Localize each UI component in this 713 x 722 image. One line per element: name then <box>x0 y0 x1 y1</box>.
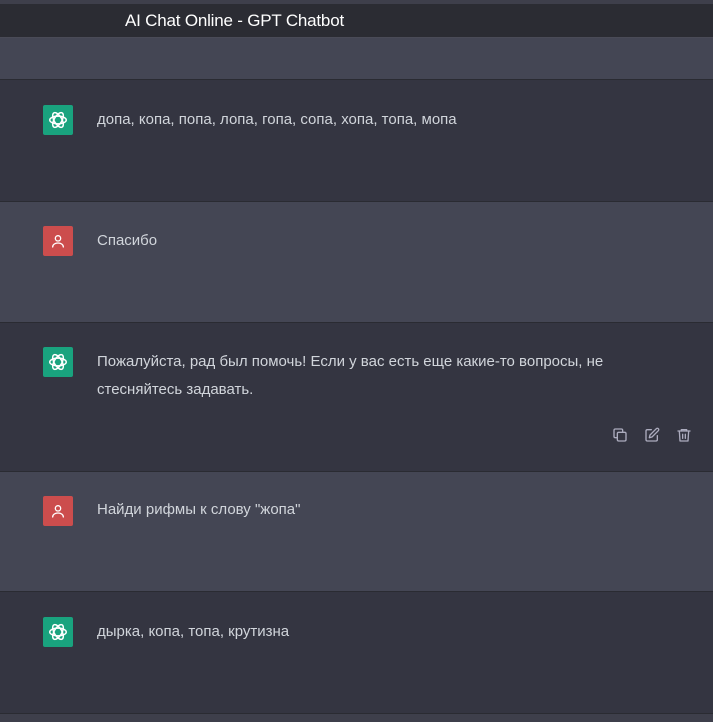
edit-button[interactable] <box>643 426 661 444</box>
message-text: допа, копа, попа, лопа, гопа, сопа, хопа… <box>97 111 457 128</box>
user-icon <box>52 505 64 518</box>
copy-button[interactable] <box>611 426 629 444</box>
delete-button[interactable] <box>675 426 693 444</box>
openai-logo-icon <box>49 623 67 641</box>
next-message-fragment <box>0 714 713 722</box>
window-title-bar: AI Chat Online - GPT Chatbot <box>0 0 713 38</box>
assistant-avatar <box>43 105 73 135</box>
chat-message-assistant: допа, копа, попа, лопа, гопа, сопа, хопа… <box>0 80 713 202</box>
message-text: Спасибо <box>97 232 158 249</box>
chat-message-user: Найди рифмы к слову "жопа" <box>0 472 713 592</box>
openai-logo-icon <box>49 353 67 371</box>
message-actions <box>611 426 693 444</box>
openai-logo-icon <box>49 111 67 129</box>
window-title: AI Chat Online - GPT Chatbot <box>125 11 344 30</box>
chat-message-user: Спасибо <box>0 202 713 323</box>
user-avatar <box>43 226 73 256</box>
chat-message-assistant: Пожалуйста, рад был помочь! Если у вас е… <box>0 323 713 472</box>
message-text: дырка, копа, топа, крутизна <box>97 623 290 640</box>
chat-message-assistant: дырка, копа, топа, крутизна <box>0 592 713 714</box>
user-icon <box>52 235 64 248</box>
edit-icon <box>645 427 660 442</box>
assistant-avatar <box>43 347 73 377</box>
assistant-avatar <box>43 617 73 647</box>
trash-icon <box>677 429 691 442</box>
user-avatar <box>43 496 73 526</box>
message-text: Пожалуйста, рад был помочь! Если у вас е… <box>97 353 604 398</box>
message-text: Найди рифмы к слову "жопа" <box>97 501 301 518</box>
copy-icon <box>613 428 627 442</box>
previous-message-fragment <box>0 38 713 80</box>
